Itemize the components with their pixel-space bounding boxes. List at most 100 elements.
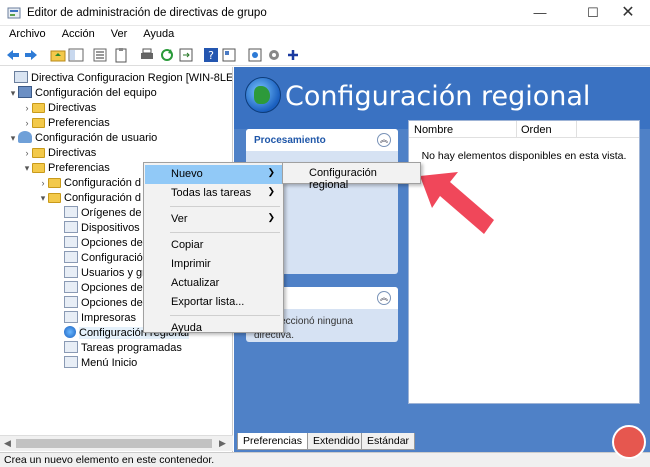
horizontal-scrollbar[interactable]: ◀ ▶: [0, 435, 233, 451]
export-list-button[interactable]: [178, 47, 194, 63]
menu-separator: [170, 315, 280, 316]
tree-node[interactable]: Dispositivos: [54, 221, 140, 236]
context-menu-item[interactable]: Copiar: [145, 236, 282, 255]
refresh-button[interactable]: [159, 47, 175, 63]
tree-node-label: Impresoras: [81, 312, 137, 324]
context-menu-item[interactable]: Actualizar: [145, 274, 282, 293]
expand-chevron-icon[interactable]: ▾: [22, 161, 32, 176]
scroll-right-icon[interactable]: ▶: [219, 438, 226, 449]
submenu-item-configuracion-regional[interactable]: Configuración regional: [284, 164, 419, 191]
settings-button[interactable]: [266, 47, 282, 63]
tree-node[interactable]: Orígenes de d: [54, 206, 151, 221]
context-menu-item[interactable]: Ayuda: [145, 319, 282, 338]
column-order[interactable]: Orden: [521, 124, 552, 136]
context-menu-item[interactable]: Exportar lista...: [145, 293, 282, 312]
tree-node[interactable]: ▾ Configuración d: [38, 191, 141, 206]
column-name[interactable]: Nombre: [414, 124, 453, 136]
scroll-left-icon[interactable]: ◀: [4, 438, 11, 449]
tree-node-label: Orígenes de d: [81, 207, 151, 219]
items-list[interactable]: Nombre Orden No hay elementos disponible…: [408, 120, 640, 404]
tree-node[interactable]: Impresoras: [54, 311, 136, 326]
forward-button[interactable]: [23, 47, 39, 63]
tree-node[interactable]: Directiva Configuracion Region [WIN-8LEA…: [4, 71, 232, 86]
help-button[interactable]: ?: [203, 47, 219, 63]
tree-node[interactable]: Usuarios y gr: [54, 266, 146, 281]
tree-node[interactable]: Opciones de c: [54, 236, 151, 251]
properties-button[interactable]: [221, 47, 237, 63]
tree-node-label: Directivas: [48, 147, 97, 159]
tree-node-label: Opciones de: [81, 282, 143, 294]
menu-archivo[interactable]: Archivo: [9, 26, 46, 40]
back-button[interactable]: [5, 47, 21, 63]
collapse-chevron-icon[interactable]: ︽: [377, 133, 391, 147]
tree-node[interactable]: Tareas programadas: [54, 341, 182, 356]
gpo-editor-icon: [7, 7, 21, 19]
tree-node[interactable]: ▾ Configuración del equipo: [8, 86, 157, 101]
tree-node-label: Preferencias: [48, 162, 110, 174]
tree-pane-icon: [68, 48, 84, 62]
folder-up-icon: [50, 50, 66, 62]
expand-chevron-icon[interactable]: ›: [38, 176, 48, 191]
tree-node-label: Dispositivos: [81, 222, 140, 234]
tree-node-label: Configuración d: [64, 192, 142, 204]
print-button[interactable]: [139, 47, 155, 63]
tree-node[interactable]: › Directivas: [22, 146, 97, 161]
tab-preferencias[interactable]: Preferencias: [237, 433, 308, 450]
expand-chevron-icon[interactable]: ▾: [8, 131, 18, 146]
show-tree-button[interactable]: [68, 47, 84, 63]
plus-icon: [288, 50, 298, 60]
collapse-chevron-icon[interactable]: ︽: [377, 291, 391, 305]
expand-chevron-icon[interactable]: ›: [22, 146, 32, 161]
list-view-button[interactable]: [92, 47, 108, 63]
tree-node-label: Opciones de: [81, 297, 143, 309]
tree-node[interactable]: ▾ Configuración de usuario: [8, 131, 157, 146]
add-button[interactable]: [285, 47, 301, 63]
context-menu-item[interactable]: Nuevo ❯: [145, 165, 282, 184]
tree-node[interactable]: Opciones de: [54, 281, 143, 296]
computer-icon: [18, 86, 32, 98]
context-menu-item[interactable]: Ver ❯: [145, 210, 282, 229]
tree-node-label: Usuarios y gr: [81, 267, 146, 279]
tree-node[interactable]: Configuració: [54, 251, 143, 266]
tab-estandar[interactable]: Estándar: [361, 433, 416, 450]
menu-accion[interactable]: Acción: [62, 26, 95, 40]
expand-chevron-icon[interactable]: ▾: [38, 191, 48, 206]
up-folder-button[interactable]: [50, 47, 66, 63]
expand-chevron-icon[interactable]: ▾: [8, 86, 18, 101]
tree-node[interactable]: Menú Inicio: [54, 356, 137, 371]
scrollbar-thumb[interactable]: [16, 439, 212, 448]
minimize-button[interactable]: —: [518, 0, 562, 26]
filter-button[interactable]: [247, 47, 263, 63]
empty-message: No hay elementos disponibles en esta vis…: [421, 150, 627, 162]
expand-chevron-icon[interactable]: ›: [22, 116, 32, 131]
clipboard-button[interactable]: [113, 47, 129, 63]
expand-chevron-icon[interactable]: ›: [22, 101, 32, 116]
tree-node-label: Directivas: [48, 102, 97, 114]
status-bar: Crea un nuevo elemento en este contenedo…: [0, 452, 650, 467]
menu-ver[interactable]: Ver: [111, 26, 128, 40]
tree-node-label: Configuración d: [64, 177, 142, 189]
watermark-logo: [612, 425, 646, 459]
tree-node[interactable]: ▾ Preferencias: [22, 161, 110, 176]
folder-icon: [48, 178, 61, 188]
tree-node[interactable]: Opciones de: [54, 296, 143, 311]
tree-node-label: Opciones de c: [81, 237, 152, 249]
tree-node[interactable]: › Preferencias: [22, 116, 110, 131]
menu-ayuda[interactable]: Ayuda: [143, 26, 174, 40]
tree-node[interactable]: › Directivas: [22, 101, 97, 116]
context-menu-item-label: Ayuda: [171, 322, 202, 334]
context-menu-item[interactable]: Imprimir: [145, 255, 282, 274]
context-menu-item[interactable]: Todas las tareas ❯: [145, 184, 282, 203]
submenu-arrow-icon: ❯: [267, 167, 275, 177]
context-menu-item-label: Actualizar: [171, 277, 220, 289]
refresh-icon: [161, 49, 173, 61]
processing-panel-title: Procesamiento: [246, 129, 398, 151]
tree-node[interactable]: › Configuración d: [38, 176, 142, 191]
export-icon: [179, 48, 193, 62]
tab-extendido[interactable]: Extendido: [307, 433, 366, 450]
svg-text:?: ?: [208, 49, 214, 62]
tree-node-label: Configuración de usuario: [35, 132, 158, 144]
close-button[interactable]: ✕: [606, 0, 650, 26]
context-menu-item-label: Nuevo: [171, 168, 203, 180]
folder-icon: [32, 148, 45, 158]
